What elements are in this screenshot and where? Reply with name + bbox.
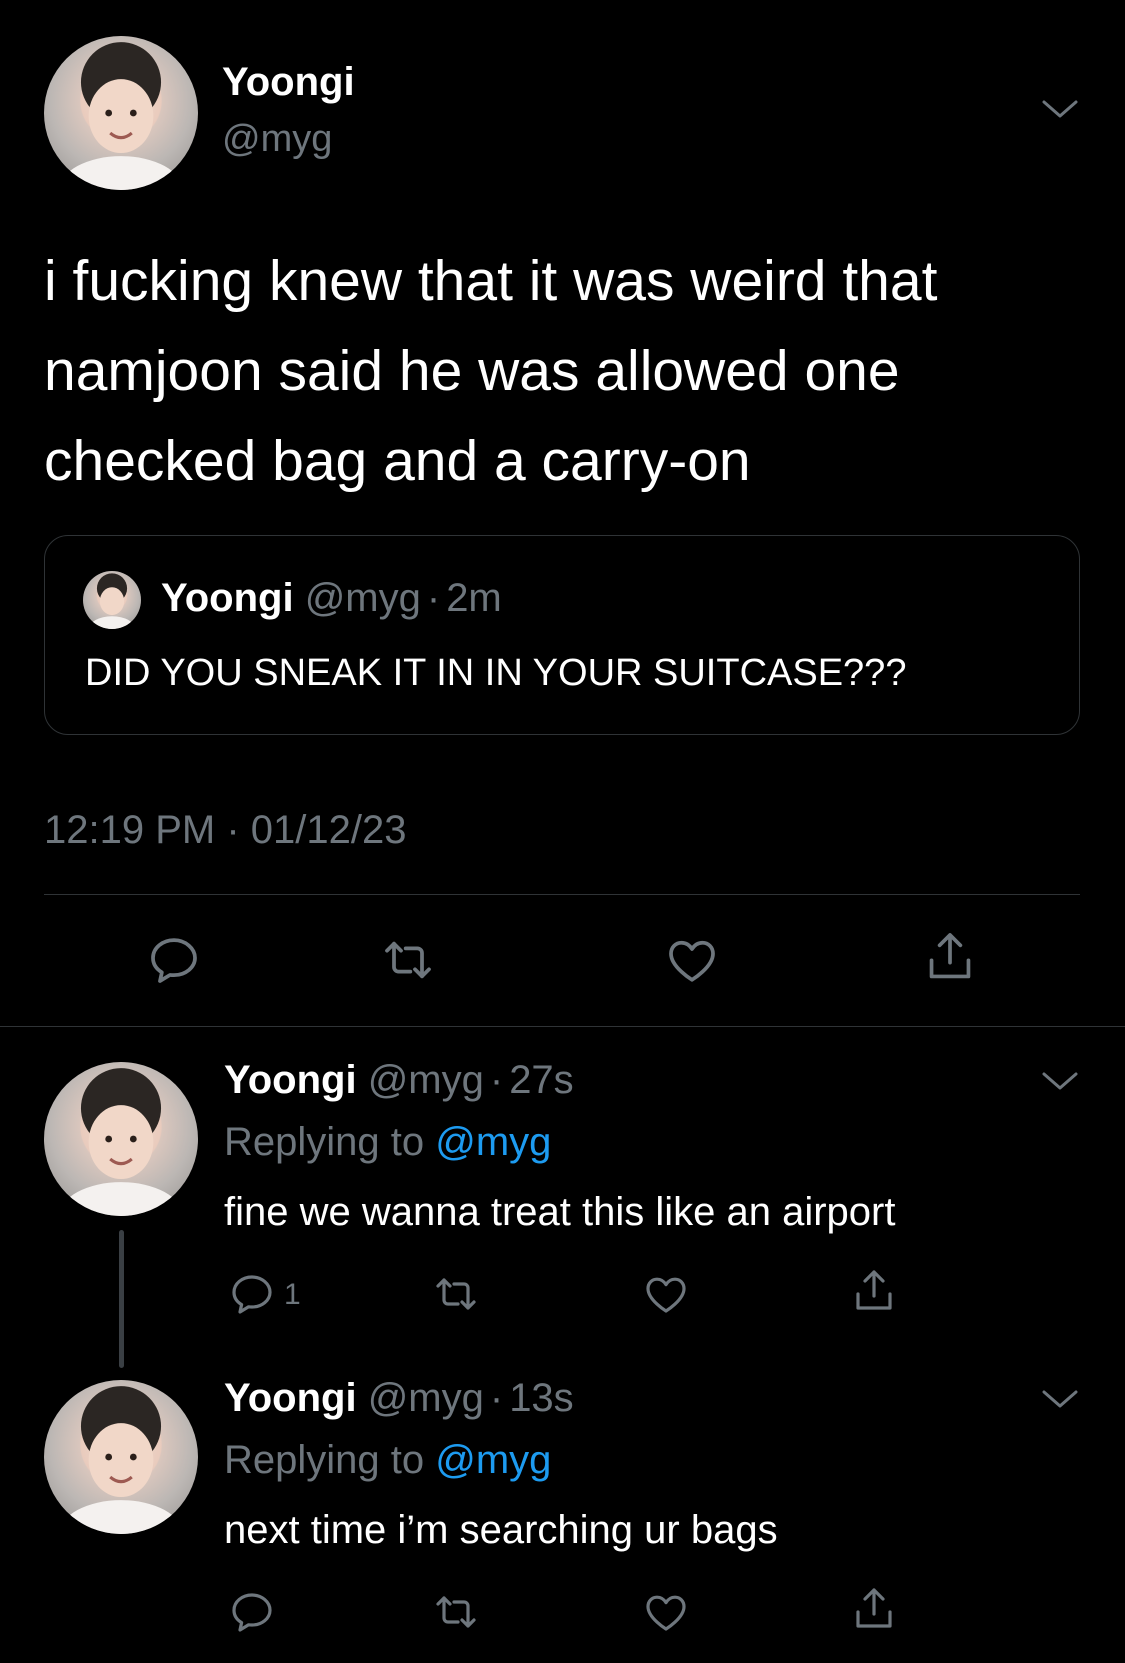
replying-prefix: Replying to [224,1120,425,1164]
tweet-text: i fucking knew that it was weird that na… [44,236,937,506]
author-name[interactable]: Yoongi [222,60,355,105]
quoted-header: Yoongi @myg · 2m [161,576,502,621]
reply-icon[interactable] [228,1588,276,1636]
retweet-icon[interactable] [432,1588,480,1636]
reply-count: 1 [284,1278,301,1311]
share-icon[interactable] [850,1584,898,1636]
chevron-down-icon[interactable] [1040,98,1080,122]
like-icon[interactable] [664,932,720,988]
avatar[interactable] [44,36,198,190]
reply-icon[interactable] [228,1270,276,1318]
replying-to: Replying to @myg [224,1120,551,1165]
like-icon[interactable] [642,1270,690,1318]
quoted-time: 2m [446,576,502,620]
chevron-down-icon[interactable] [1040,1070,1080,1094]
retweet-icon[interactable] [380,932,436,988]
author-name[interactable]: Yoongi [224,1376,357,1420]
tweet-text-line: checked bag and a carry-on [44,429,751,493]
reply-time[interactable]: 13s [509,1376,574,1420]
author-name[interactable]: Yoongi [224,1058,357,1102]
replying-handle-link[interactable]: @myg [435,1438,551,1482]
like-icon[interactable] [642,1588,690,1636]
replying-handle-link[interactable]: @myg [435,1120,551,1164]
author-handle[interactable]: @myg [222,118,332,161]
reply-header: Yoongi @myg · 27s [224,1058,574,1103]
chevron-down-icon[interactable] [1040,1388,1080,1412]
timestamp[interactable]: 12:19 PM · 01/12/23 [44,808,406,853]
reply-text: next time i’m searching ur bags [224,1508,778,1552]
retweet-icon[interactable] [432,1270,480,1318]
reply-time[interactable]: 27s [509,1058,574,1102]
separator-dot: · [489,1376,504,1420]
quoted-tweet-card[interactable]: Yoongi @myg · 2m DID YOU SNEAK IT IN IN YO… [44,535,1080,735]
quoted-text: DID YOU SNEAK IT IN IN YOUR SUITCASE??? [85,652,907,694]
author-handle[interactable]: @myg [368,1376,484,1420]
avatar[interactable] [44,1062,198,1216]
share-icon[interactable] [850,1266,898,1318]
quoted-handle: @myg [304,576,421,620]
separator-dot: · [489,1058,504,1102]
reply-icon[interactable] [146,932,202,988]
tweet-text-line: namjoon said he was allowed one [44,339,900,403]
replying-to: Replying to @myg [224,1438,551,1483]
tweet-text-line: i fucking knew that it was weird that [44,249,938,313]
author-handle[interactable]: @myg [368,1058,484,1102]
avatar[interactable] [44,1380,198,1534]
reply-text: fine we wanna treat this like an airport [224,1190,896,1234]
quoted-avatar [83,571,141,629]
replying-prefix: Replying to [224,1438,425,1482]
quoted-author-name: Yoongi [161,576,294,620]
separator-dot: · [426,576,441,620]
share-icon[interactable] [922,928,978,988]
thread-line [119,1230,124,1368]
section-divider [0,1026,1125,1027]
reply-header: Yoongi @myg · 13s [224,1376,574,1421]
divider [44,894,1080,895]
